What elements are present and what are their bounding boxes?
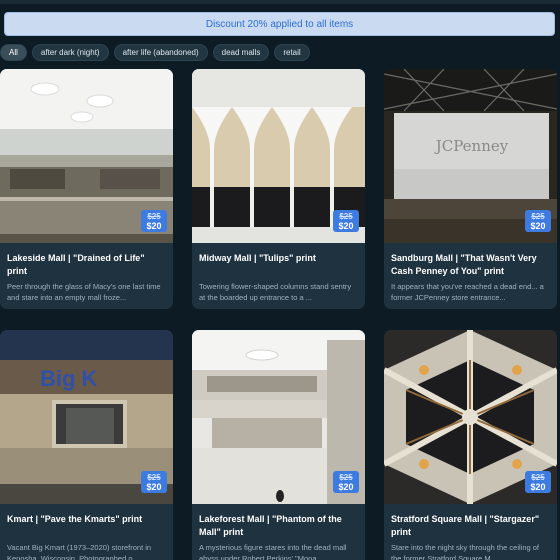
product-description: Peer through the glass of Macy's one las… [7, 282, 161, 302]
original-price: $25 [339, 473, 353, 482]
price-tag: $25 $20 [333, 210, 359, 232]
product-title[interactable]: Stratford Square Mall | "Stargazer" prin… [391, 513, 551, 538]
price-tag: $25 $20 [141, 210, 167, 232]
product-card[interactable]: $25 $20 Stratford Square Mall | "Stargaz… [384, 330, 557, 560]
top-divider [0, 0, 560, 4]
original-price: $25 [531, 212, 545, 221]
sale-price: $20 [338, 482, 354, 492]
product-card[interactable]: $25 $20 Lakeforest Mall | "Phantom of th… [192, 330, 365, 560]
sale-price: $20 [530, 482, 546, 492]
product-card[interactable]: JCPenney $25 $20 Sandburg Mall | "That W… [384, 69, 557, 309]
product-card[interactable]: $25 $20 Midway Mall | "Tulips" print Tow… [192, 69, 365, 309]
filter-chip-label: retail [283, 47, 301, 57]
sign-text: JCPenney [434, 137, 509, 155]
product-title[interactable]: Lakeforest Mall | "Phantom of the Mall" … [199, 513, 359, 538]
product-card[interactable]: Big K $25 $20 Kmart | "Pave the Kmarts" … [0, 330, 173, 560]
product-description: Towering flower-shaped columns stand sen… [199, 282, 352, 302]
filter-chip-label: All [9, 47, 18, 57]
filter-chip-label: dead malls [221, 47, 261, 57]
discount-banner: Discount 20% applied to all items [4, 12, 555, 36]
product-card[interactable]: $25 $20 Lakeside Mall | "Drained of Life… [0, 69, 173, 309]
original-price: $25 [531, 473, 545, 482]
product-description: It appears that you've reached a dead en… [391, 282, 544, 302]
original-price: $25 [339, 212, 353, 221]
filter-chip-label: after dark (night) [40, 47, 100, 57]
product-title[interactable]: Kmart | "Pave the Kmarts" print [7, 513, 167, 526]
sign-text: Big K [40, 366, 98, 391]
product-title[interactable]: Lakeside Mall | "Drained of Life" print [7, 252, 167, 277]
original-price: $25 [147, 473, 161, 482]
price-tag: $25 $20 [525, 471, 551, 493]
discount-banner-text: Discount 20% applied to all items [205, 18, 354, 30]
price-tag: $25 $20 [525, 210, 551, 232]
product-description: Stare into the night sky through the cei… [391, 543, 540, 560]
filter-chip-all[interactable]: All [0, 43, 27, 61]
product-title[interactable]: Sandburg Mall | "That Wasn't Very Cash P… [391, 252, 551, 277]
product-title[interactable]: Midway Mall | "Tulips" print [199, 252, 359, 265]
filter-chip-retail[interactable]: retail [274, 43, 310, 61]
product-description: Vacant Big Kmart (1973–2020) storefront … [7, 543, 152, 560]
filter-chip-after-dark[interactable]: after dark (night) [31, 43, 109, 61]
sale-price: $20 [146, 221, 162, 231]
original-price: $25 [147, 212, 161, 221]
sale-price: $20 [338, 221, 354, 231]
filter-chip-label: after life (abandoned) [122, 47, 199, 57]
filter-chip-after-life[interactable]: after life (abandoned) [113, 43, 208, 61]
price-tag: $25 $20 [141, 471, 167, 493]
sale-price: $20 [146, 482, 162, 492]
sale-price: $20 [530, 221, 546, 231]
price-tag: $25 $20 [333, 471, 359, 493]
product-description: A mysterious figure stares into the dead… [199, 543, 347, 560]
filter-chip-dead-malls[interactable]: dead malls [212, 43, 270, 61]
filter-chips: All after dark (night) after life (aband… [0, 43, 310, 61]
